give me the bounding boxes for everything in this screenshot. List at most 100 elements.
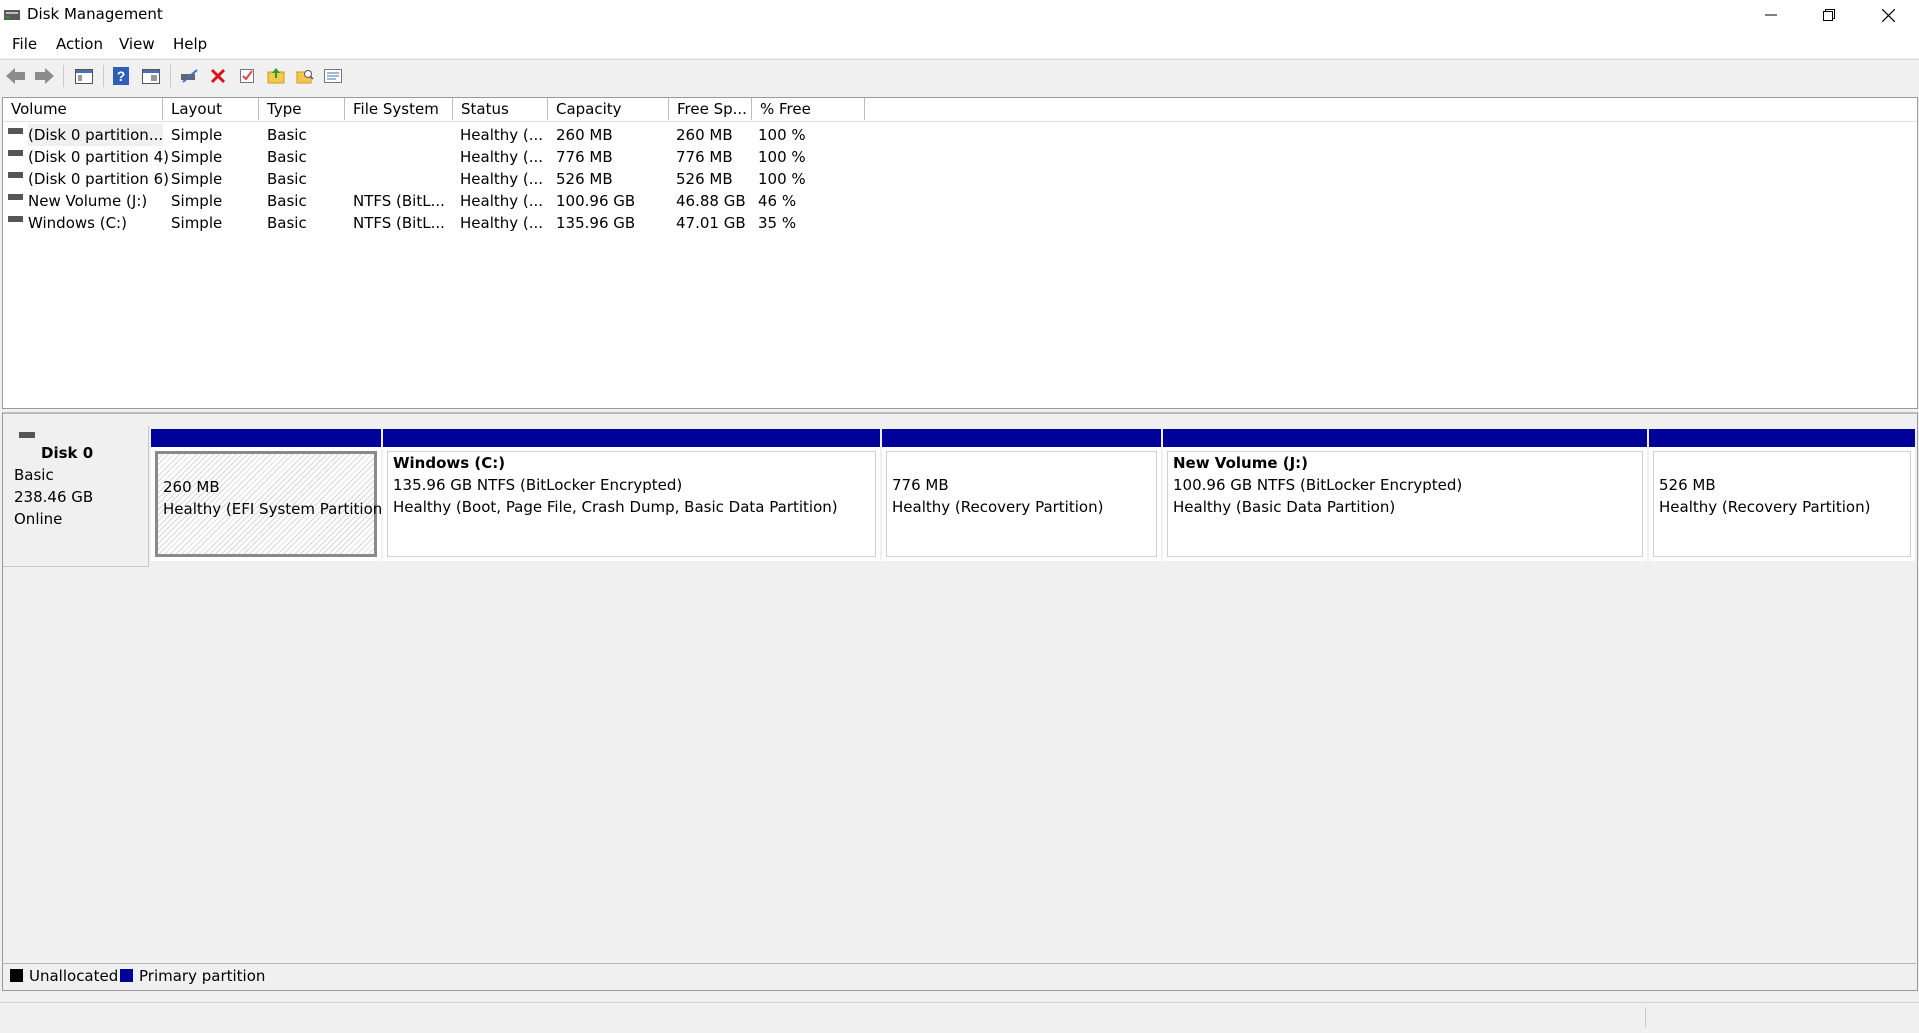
cell-free-space: 46.88 GB — [676, 192, 746, 210]
cell-percent-free: 100 % — [758, 126, 806, 144]
column-header-capacity[interactable]: Capacity — [548, 98, 669, 120]
partition-size: 260 MB — [163, 478, 220, 496]
cell-free-space: 47.01 GB — [676, 214, 746, 232]
legend-primary-swatch — [120, 969, 133, 982]
cell-layout: Simple — [171, 192, 223, 210]
column-headers: Volume Layout Type File System Status Ca… — [3, 98, 1917, 122]
column-header-file-system[interactable]: File System — [345, 98, 453, 120]
disk-icon — [19, 432, 35, 438]
drive-icon — [8, 194, 23, 200]
partition-body: Windows (C:) 135.96 GB NTFS (BitLocker E… — [387, 451, 876, 557]
minimize-button[interactable] — [1742, 0, 1800, 30]
partition-size: 526 MB — [1659, 476, 1716, 494]
disk-graphical-view: Disk 0 Basic 238.46 GB Online 260 MB Hea… — [2, 412, 1918, 991]
cell-status: Healthy (... — [460, 192, 544, 210]
cell-type: Basic — [267, 192, 307, 210]
help-icon: ? — [113, 67, 129, 85]
legend-unallocated-swatch — [10, 969, 23, 982]
toolbar-separator — [170, 65, 171, 87]
volume-row[interactable]: (Disk 0 partition... Simple Basic Health… — [3, 124, 1917, 146]
disk-size: 238.46 GB — [14, 488, 94, 506]
partition-size: 776 MB — [892, 476, 949, 494]
menu-file[interactable]: File — [12, 35, 37, 53]
folder-search-button[interactable] — [292, 63, 318, 89]
delete-icon — [210, 68, 226, 84]
show-hide-console-tree-button[interactable] — [71, 63, 97, 89]
delete-button[interactable] — [205, 63, 231, 89]
column-header-percent-free[interactable]: % Free — [752, 98, 865, 120]
cell-capacity: 135.96 GB — [556, 214, 636, 232]
cell-percent-free: 100 % — [758, 148, 806, 166]
partition-bar — [1649, 429, 1915, 447]
column-header-layout[interactable]: Layout — [163, 98, 259, 120]
legend: Unallocated Primary partition — [2, 963, 1916, 988]
column-header-type[interactable]: Type — [259, 98, 345, 120]
partition-body: New Volume (J:) 100.96 GB NTFS (BitLocke… — [1167, 451, 1643, 557]
partition-size: 135.96 GB NTFS (BitLocker Encrypted) — [393, 476, 683, 494]
close-icon — [1881, 8, 1895, 22]
partition-size: 100.96 GB NTFS (BitLocker Encrypted) — [1173, 476, 1463, 494]
partition-recovery-776[interactable]: 776 MB Healthy (Recovery Partition) — [882, 429, 1161, 561]
menu-help[interactable]: Help — [173, 35, 207, 53]
cell-capacity: 776 MB — [556, 148, 613, 166]
toolbar-separator — [103, 65, 104, 87]
partition-status: Healthy (Recovery Partition) — [1659, 498, 1871, 516]
drive-icon — [8, 216, 23, 222]
window-title: Disk Management — [27, 5, 163, 23]
title-bar: Disk Management — [0, 0, 1919, 30]
cell-file-system: NTFS (BitL... — [353, 192, 445, 210]
menu-action[interactable]: Action — [56, 35, 103, 53]
partition-status: Healthy (Boot, Page File, Crash Dump, Ba… — [393, 498, 838, 516]
column-header-volume[interactable]: Volume — [3, 98, 163, 120]
svg-text:?: ? — [117, 68, 126, 84]
details-button[interactable] — [320, 63, 346, 89]
cell-layout: Simple — [171, 148, 223, 166]
cell-status: Healthy (... — [460, 214, 544, 232]
volume-row[interactable]: (Disk 0 partition 6) Simple Basic Health… — [3, 168, 1917, 190]
partition-new-volume-j[interactable]: New Volume (J:) 100.96 GB NTFS (BitLocke… — [1163, 429, 1647, 561]
folder-search-icon — [296, 70, 314, 84]
volume-row[interactable]: (Disk 0 partition 4) Simple Basic Health… — [3, 146, 1917, 168]
cell-type: Basic — [267, 214, 307, 232]
toolbar: ? — [0, 59, 1919, 92]
column-header-free-space[interactable]: Free Sp... — [669, 98, 752, 120]
disk-0-label[interactable]: Disk 0 Basic 238.46 GB Online — [3, 426, 149, 567]
cell-status: Healthy (... — [460, 148, 544, 166]
restore-icon — [1823, 9, 1835, 21]
column-header-status[interactable]: Status — [453, 98, 548, 120]
properties-pane-button[interactable] — [138, 63, 164, 89]
cell-percent-free: 100 % — [758, 170, 806, 188]
cell-type: Basic — [267, 126, 307, 144]
close-button[interactable] — [1859, 0, 1917, 30]
disk-type: Basic — [14, 466, 54, 484]
connect-disk-button[interactable] — [176, 63, 202, 89]
cell-volume: New Volume (J:) — [28, 192, 148, 210]
partition-efi[interactable]: 260 MB Healthy (EFI System Partition) — [151, 429, 388, 561]
cell-volume: (Disk 0 partition 4) — [28, 148, 169, 166]
restore-button[interactable] — [1800, 0, 1858, 30]
back-button[interactable] — [3, 63, 29, 89]
menu-bar: File Action View Help — [0, 30, 1919, 58]
partition-status: Healthy (EFI System Partition) — [163, 500, 389, 518]
minimize-icon — [1765, 14, 1777, 16]
volume-row[interactable]: New Volume (J:) Simple Basic NTFS (BitL.… — [3, 190, 1917, 212]
help-button[interactable]: ? — [108, 63, 134, 89]
check-disk-button[interactable] — [234, 63, 260, 89]
folder-up-button[interactable] — [263, 63, 289, 89]
volume-row[interactable]: Windows (C:) Simple Basic NTFS (BitL... … — [3, 212, 1917, 234]
cell-capacity: 526 MB — [556, 170, 613, 188]
toolbar-separator — [63, 65, 64, 87]
drive-icon — [8, 150, 23, 156]
forward-arrow-icon — [35, 68, 54, 84]
partition-bar — [151, 429, 381, 447]
partition-windows-c[interactable]: Windows (C:) 135.96 GB NTFS (BitLocker E… — [383, 429, 880, 561]
forward-button[interactable] — [31, 63, 57, 89]
console-tree-icon — [75, 69, 93, 84]
cell-free-space: 776 MB — [676, 148, 733, 166]
cell-free-space: 260 MB — [676, 126, 733, 144]
cell-layout: Simple — [171, 170, 223, 188]
partition-title: Windows (C:) — [393, 454, 506, 472]
partition-recovery-526[interactable]: 526 MB Healthy (Recovery Partition) — [1649, 429, 1915, 561]
cell-file-system: NTFS (BitL... — [353, 214, 445, 232]
menu-view[interactable]: View — [119, 35, 155, 53]
